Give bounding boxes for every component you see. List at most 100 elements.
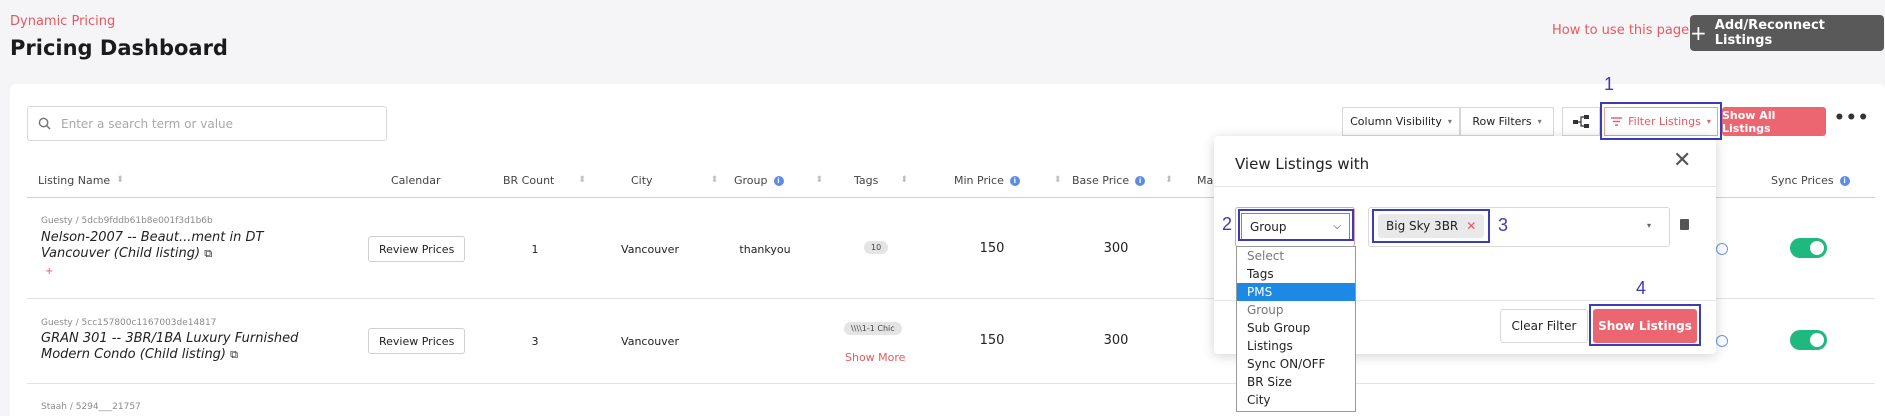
column-visibility-label: Column Visibility (1350, 115, 1442, 128)
listing-name-link[interactable]: Nelson-2007 -- Beaut...ment in DT Vancou… (41, 230, 321, 262)
col-label: Base Price (1072, 174, 1130, 187)
show-all-listings-button[interactable]: Show All Listings (1722, 107, 1826, 136)
external-link-icon[interactable]: ⧉ (230, 348, 238, 361)
clock-icon[interactable] (1716, 243, 1728, 255)
close-icon[interactable]: ✕ (1673, 150, 1691, 172)
col-label: City (631, 174, 653, 187)
hierarchy-icon (1573, 115, 1589, 128)
annotation-box (1372, 209, 1490, 243)
add-reconnect-listings-button[interactable]: + Add/Reconnect Listings (1690, 15, 1884, 51)
sort-icon: ⬍ (116, 175, 124, 185)
column-visibility-button[interactable]: Column Visibility ▾ (1342, 107, 1460, 136)
col-label: Group (734, 174, 768, 187)
sort-icon: ⬍ (710, 175, 719, 185)
col-br-count[interactable]: BR Count ⬍ (503, 174, 586, 187)
listing-name: Nelson-2007 -- Beaut...ment in DT Vancou… (41, 230, 264, 261)
br-count-cell: 1 (531, 243, 539, 256)
clock-icon[interactable] (1716, 335, 1728, 347)
sort-icon: ⬍ (1053, 175, 1062, 185)
min-price-cell[interactable]: 150 (972, 241, 1012, 256)
annotation-number: 1 (1604, 74, 1615, 94)
annotation-box (1238, 209, 1354, 241)
min-price-cell[interactable]: 150 (972, 333, 1012, 348)
dropdown-option[interactable]: BR Size (1237, 373, 1355, 391)
annotation-number: 2 (1222, 214, 1233, 234)
trash-icon[interactable] (1680, 219, 1689, 230)
row-filters-button[interactable]: Row Filters ▾ (1460, 107, 1554, 136)
col-label: Calendar (391, 174, 441, 187)
dropdown-option[interactable]: PMS (1237, 283, 1355, 301)
search-box[interactable] (27, 106, 387, 141)
col-label: Min Price (954, 174, 1004, 187)
col-label: Sync Prices (1771, 174, 1834, 187)
add-icon[interactable]: + (45, 266, 53, 277)
filter-type-dropdown: Select Tags PMS Group Sub Group Listings… (1236, 246, 1356, 412)
breadcrumb[interactable]: Dynamic Pricing (10, 14, 115, 29)
dropdown-option[interactable]: City (1237, 391, 1355, 409)
tag-pill: 10 (864, 241, 889, 254)
listing-name: GRAN 301 -- 3BR/1BA Luxury Furnished Mod… (41, 331, 299, 362)
row-divider (27, 383, 1875, 384)
row-filters-label: Row Filters (1472, 115, 1532, 128)
popup-title: View Listings with (1235, 155, 1370, 173)
col-calendar: Calendar (391, 174, 440, 187)
col-label: BR Count (503, 174, 555, 187)
sort-icon: ⬍ (815, 175, 824, 185)
annotation-number: 3 (1498, 215, 1509, 235)
col-label: Ma (1197, 174, 1214, 187)
br-count-cell: 3 (531, 335, 539, 348)
annotation-number: 4 (1636, 278, 1647, 298)
listing-source: Staah / 5294___21757 (41, 402, 141, 412)
search-input[interactable] (61, 116, 361, 131)
sort-icon: ⬍ (1165, 175, 1173, 185)
info-icon[interactable]: i (1135, 175, 1146, 186)
group-cell: thankyou (739, 243, 791, 256)
caret-down-icon: ▾ (1447, 117, 1452, 126)
review-prices-button[interactable]: Review Prices (368, 328, 466, 354)
search-icon (38, 117, 51, 130)
dropdown-option[interactable]: Listings (1237, 337, 1355, 355)
city-cell: Vancouver (621, 243, 679, 256)
info-icon[interactable]: i (1839, 175, 1850, 186)
annotation-box (1589, 304, 1701, 346)
add-button-label: Add/Reconnect Listings (1714, 18, 1825, 48)
dropdown-option[interactable]: Group (1237, 301, 1355, 319)
dropdown-option[interactable]: Sync ON/OFF (1237, 355, 1355, 373)
col-group[interactable]: Group i ⬍ (734, 174, 823, 187)
info-icon[interactable]: i (1009, 175, 1020, 186)
sort-icon: ⬍ (900, 175, 908, 185)
listing-source: Guesty / 5cc157800c1167003de14817 (41, 318, 217, 328)
sync-prices-toggle[interactable] (1790, 330, 1827, 350)
more-options-icon[interactable]: ••• (1834, 108, 1870, 128)
dropdown-option[interactable]: Tags (1237, 265, 1355, 283)
clear-filter-button[interactable]: Clear Filter (1500, 309, 1588, 343)
review-prices-button[interactable]: Review Prices (368, 236, 466, 262)
show-more-link[interactable]: Show More (845, 351, 905, 364)
annotation-box (1600, 102, 1722, 140)
col-listing-name[interactable]: Listing Name ⬍ (38, 174, 124, 187)
dropdown-option[interactable]: Select (1237, 247, 1355, 265)
plus-icon: + (1690, 21, 1707, 45)
caret-down-icon[interactable]: ▾ (1647, 221, 1651, 230)
sync-prices-toggle[interactable] (1790, 238, 1827, 258)
col-label: Listing Name (38, 174, 111, 187)
col-min-price[interactable]: Min Price i ⬍ (954, 174, 1061, 187)
col-sync-prices: Sync Prices i (1771, 174, 1850, 187)
col-label: Tags (854, 174, 879, 187)
dropdown-option[interactable]: Sub Group (1237, 319, 1355, 337)
listing-name-link[interactable]: GRAN 301 -- 3BR/1BA Luxury Furnished Mod… (41, 331, 331, 363)
caret-down-icon: ▾ (1537, 117, 1542, 126)
col-max-price: Ma (1197, 174, 1213, 187)
info-icon[interactable]: i (773, 175, 784, 186)
external-link-icon[interactable]: ⧉ (204, 247, 212, 260)
tag-pill: \\\\1-1 Chic (844, 322, 902, 335)
col-base-price[interactable]: Base Price i ⬍ (1072, 174, 1173, 187)
how-to-link[interactable]: How to use this page? (1552, 23, 1696, 38)
base-price-cell[interactable]: 300 (1096, 241, 1136, 256)
hierarchy-button[interactable] (1562, 107, 1600, 136)
col-city[interactable]: City ⬍ (631, 174, 718, 187)
base-price-cell[interactable]: 300 (1096, 333, 1136, 348)
page-title: Pricing Dashboard (10, 36, 228, 60)
sort-icon: ⬍ (578, 175, 586, 185)
col-tags[interactable]: Tags ⬍ (854, 174, 908, 187)
